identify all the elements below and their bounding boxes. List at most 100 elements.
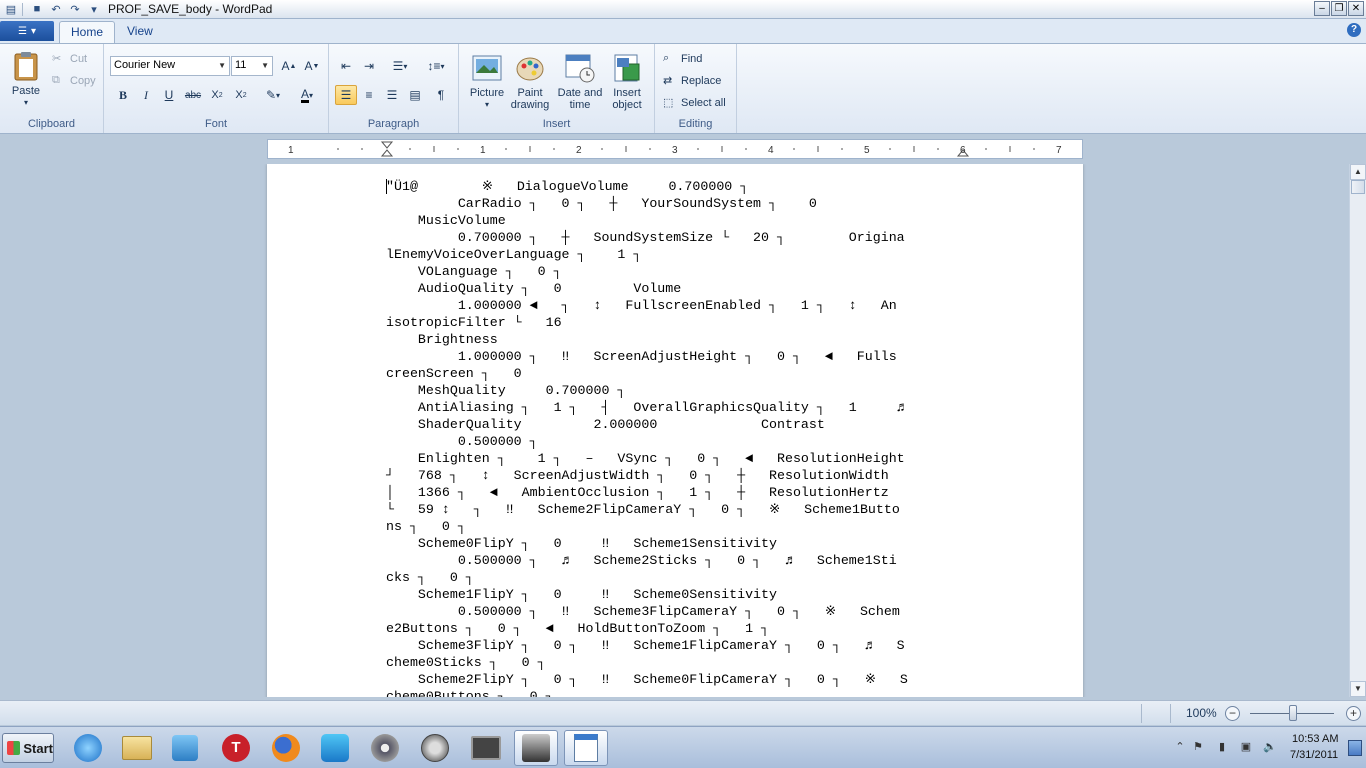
minimize-button[interactable]: – — [1314, 1, 1330, 16]
document-line: AntiAliasing ┐ 1 ┐ ┤ OverallGraphicsQual… — [386, 400, 905, 415]
document-line: ShaderQuality 2.000000 Contrast — [386, 417, 825, 432]
align-right-icon: ☰ — [386, 88, 398, 102]
align-left-button[interactable]: ☰ — [335, 85, 357, 105]
chevron-down-icon: ▾ — [23, 98, 28, 107]
restore-button[interactable]: ❐ — [1331, 1, 1347, 16]
grow-font-button[interactable]: A ▲ — [278, 56, 300, 76]
select-all-label: Select all — [681, 97, 726, 109]
document-page[interactable]: "Ü1@ ※ DialogueVolume 0.700000 ┐ CarRadi… — [267, 164, 1083, 697]
document-line: Enlighten ┐ 1 ┐ – VSync ┐ 0 ┐ ◄ Resoluti… — [386, 451, 905, 466]
replace-button[interactable]: ⇄ Replace — [663, 74, 721, 88]
picture-icon — [472, 55, 502, 81]
bullets-button[interactable]: ☰ ▾ — [384, 56, 416, 76]
clock-time[interactable]: 10:53 AM — [1292, 733, 1338, 745]
align-right-button[interactable]: ☰ — [381, 85, 403, 105]
find-button[interactable]: ⌕ Find — [663, 52, 702, 66]
font-size-select[interactable]: 11 ▼ — [231, 56, 273, 76]
align-center-button[interactable]: ≡ — [358, 85, 380, 105]
paint-drawing-button[interactable]: Paint drawing — [507, 52, 553, 111]
action-center-flag-icon[interactable]: ⚑ — [1190, 740, 1206, 756]
italic-button[interactable]: I — [135, 85, 157, 105]
clipboard-group-label: Clipboard — [27, 118, 76, 130]
date-time-button[interactable]: Date and time — [555, 52, 605, 111]
underline-button[interactable]: U — [158, 85, 180, 105]
taskbar-wordpad[interactable] — [564, 730, 608, 766]
scroll-thumb[interactable] — [1351, 180, 1365, 194]
taskbar-file-explorer[interactable] — [115, 730, 159, 766]
start-button[interactable]: Start — [2, 733, 54, 763]
device-icon[interactable]: ▣ — [1238, 740, 1254, 756]
wordpad-app-icon[interactable]: ▤ — [3, 2, 19, 16]
ruler[interactable]: 1 1 2 3 4 5 6 7 — [267, 139, 1083, 159]
replace-icon: ⇄ — [663, 75, 673, 87]
vertical-scrollbar[interactable]: ▲ ▼ — [1349, 164, 1366, 697]
save-icon[interactable]: ■ — [29, 2, 45, 16]
document-line: Scheme2FlipY ┐ 0 ┐ ‼ Scheme0FlipCameraY … — [386, 672, 908, 687]
taskbar-game-app[interactable] — [514, 730, 558, 766]
document-line: Scheme0FlipY ┐ 0 ‼ Scheme1Sensitivity — [386, 536, 777, 551]
insert-object-button[interactable]: Insert object — [605, 52, 649, 111]
ruler-number: 2 — [576, 145, 582, 156]
undo-icon[interactable]: ↶ — [48, 2, 64, 16]
scroll-up-button[interactable]: ▲ — [1350, 164, 1366, 180]
ruler-number: 4 — [768, 145, 774, 156]
picture-button[interactable]: Picture ▾ — [465, 52, 509, 111]
cut-button[interactable]: ✂ Cut — [52, 52, 87, 66]
scroll-down-button[interactable]: ▼ — [1350, 681, 1366, 697]
align-left-icon: ☰ — [340, 88, 352, 102]
taskbar-app-t[interactable]: T — [214, 730, 258, 766]
tab-view[interactable]: View — [116, 21, 164, 43]
select-all-button[interactable]: ⬚ Select all — [663, 96, 726, 110]
decrease-indent-button[interactable]: ⇤ — [335, 56, 357, 76]
taskbar-firefox[interactable] — [264, 730, 308, 766]
application-menu-button[interactable]: ☰ ▾ — [0, 21, 54, 41]
taskbar-app-disc[interactable] — [363, 730, 407, 766]
zoom-out-button[interactable]: − — [1225, 706, 1240, 721]
window-controls: – ❐ ✕ — [1314, 1, 1364, 16]
font-family-select[interactable]: Courier New ▼ — [110, 56, 230, 76]
font-color-button[interactable]: A ▾ — [291, 85, 323, 105]
subscript-button[interactable]: X2 — [206, 85, 228, 105]
volume-icon[interactable]: 🔈 — [1262, 740, 1278, 756]
taskbar-itunes[interactable] — [313, 730, 357, 766]
document-line: Brightness — [386, 332, 498, 347]
help-icon[interactable]: ? — [1347, 23, 1361, 37]
document-line: cks ┐ 0 ┐ — [386, 570, 474, 585]
document-text[interactable]: "Ü1@ ※ DialogueVolume 0.700000 ┐ CarRadi… — [386, 178, 966, 697]
zoom-slider-thumb[interactable] — [1289, 705, 1297, 721]
redo-icon[interactable]: ↷ — [67, 2, 83, 16]
bold-button[interactable]: B — [112, 85, 134, 105]
menu-icon: ☰ — [18, 25, 27, 37]
close-button[interactable]: ✕ — [1348, 1, 1364, 16]
paragraph-settings-button[interactable]: ¶ — [430, 85, 452, 105]
document-line: MusicVolume — [386, 213, 506, 228]
justify-icon: ▤ — [409, 88, 421, 102]
soldier-game-icon — [522, 734, 550, 762]
clock-date[interactable]: 7/31/2011 — [1290, 749, 1338, 761]
show-hidden-icons-icon[interactable]: ⌃ — [1172, 740, 1188, 756]
customize-quick-access-icon[interactable]: ▾ — [86, 2, 102, 16]
paint-palette-icon — [516, 57, 544, 81]
taskbar-internet-explorer[interactable] — [66, 730, 110, 766]
highlight-color-button[interactable]: ✎ ▾ — [256, 85, 290, 105]
status-divider — [1170, 704, 1171, 723]
justify-button[interactable]: ▤ — [404, 85, 426, 105]
show-desktop-button[interactable] — [1348, 740, 1362, 756]
increase-indent-button[interactable]: ⇥ — [358, 56, 380, 76]
document-line: 1.000000 ◄ ┐ ↕ FullscreenEnabled ┐ 1 ┐ ↕… — [386, 298, 897, 313]
taskbar-app-monitor[interactable] — [464, 730, 508, 766]
network-signal-icon[interactable]: ▮ — [1214, 740, 1230, 756]
copy-button[interactable]: ⧉ Copy — [52, 74, 96, 88]
tab-home[interactable]: Home — [59, 21, 116, 43]
taskbar-media-player[interactable] — [163, 730, 207, 766]
paste-button[interactable]: Paste ▾ — [8, 50, 44, 109]
shrink-font-button[interactable]: A ▼ — [301, 56, 323, 76]
superscript-button[interactable]: X2 — [230, 85, 252, 105]
document-line: └ 59 ↕ ┐ ‼ Scheme2FlipCameraY ┐ 0 ┐ ※ Sc… — [386, 502, 900, 517]
taskbar-app-dial[interactable] — [413, 730, 457, 766]
strikethrough-button[interactable]: abc — [182, 85, 204, 105]
line-spacing-button[interactable]: ↕≡ ▾ — [420, 56, 452, 76]
ruler-number: 1 — [288, 145, 294, 156]
zoom-in-button[interactable]: + — [1346, 706, 1361, 721]
document-line: creenScreen ┐ 0 — [386, 366, 522, 381]
